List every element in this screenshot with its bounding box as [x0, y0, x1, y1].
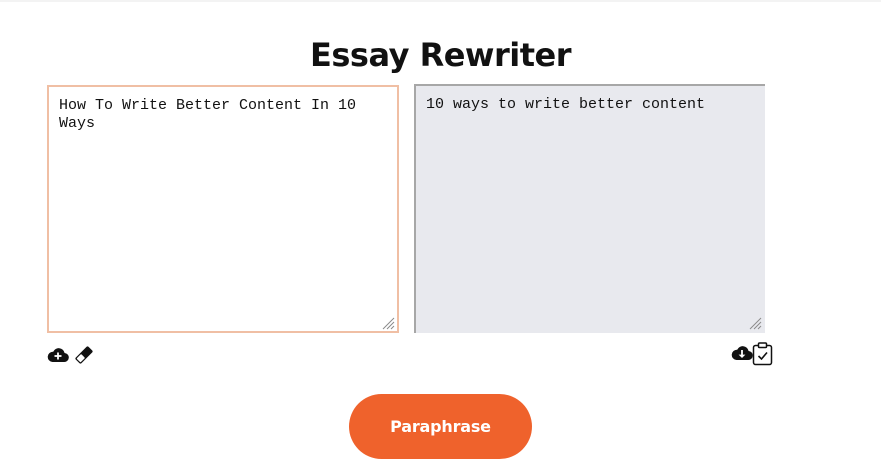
input-textarea[interactable]: How To Write Better Content In 10 Ways: [47, 85, 399, 333]
output-resize-handle[interactable]: [748, 316, 762, 330]
page-title: Essay Rewriter: [310, 36, 572, 75]
input-resize-handle[interactable]: [381, 316, 395, 330]
paraphrase-button[interactable]: Paraphrase: [349, 394, 532, 459]
top-divider: [0, 0, 881, 2]
output-textarea[interactable]: 10 ways to write better content: [414, 84, 765, 333]
eraser-icon[interactable]: [73, 345, 95, 365]
clipboard-check-icon[interactable]: [752, 342, 773, 366]
cloud-upload-icon[interactable]: [47, 346, 69, 364]
cloud-download-icon[interactable]: [731, 344, 753, 362]
